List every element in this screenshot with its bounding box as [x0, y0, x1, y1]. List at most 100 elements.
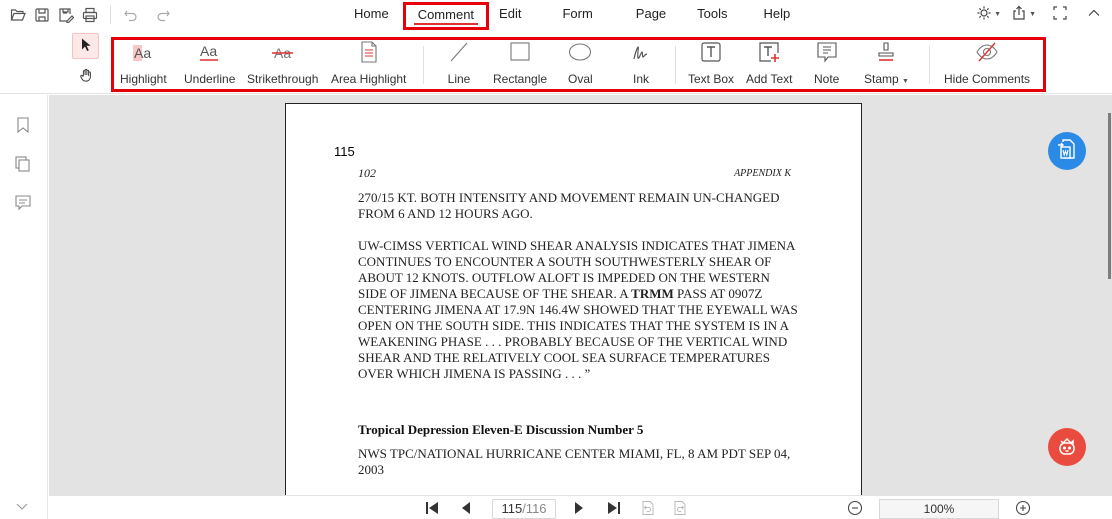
strikethrough-label: Strikethrough: [247, 72, 319, 86]
add-text-label: Add Text: [746, 72, 793, 86]
oval-tool[interactable]: Oval: [568, 40, 593, 89]
convert-to-word-button[interactable]: [1048, 132, 1086, 170]
redo-icon[interactable]: [151, 4, 175, 26]
menu-help[interactable]: Help: [760, 1, 795, 29]
theme-icon: [976, 5, 992, 24]
ink-icon: [629, 41, 653, 66]
next-view-icon: [672, 500, 688, 519]
menu-comment[interactable]: Comment: [402, 2, 490, 30]
pdf-to-word-icon: [1055, 138, 1079, 165]
chevron-down-icon: ▼: [902, 78, 909, 85]
section-heading: Tropical Depression Eleven-E Discussion …: [358, 422, 644, 437]
save-as-icon[interactable]: [54, 4, 78, 26]
next-page-button[interactable]: [571, 501, 587, 517]
left-sidebar: [0, 95, 48, 519]
hand-icon: [79, 67, 93, 86]
window-controls: ▼ ▼: [976, 4, 1102, 24]
share-icon: [1011, 5, 1027, 24]
theme-button[interactable]: ▼: [976, 4, 1001, 24]
line-icon: [447, 41, 471, 66]
print-icon[interactable]: [78, 4, 102, 26]
hide-comments-tool[interactable]: Hide Comments: [944, 40, 1030, 89]
add-text-icon: [757, 41, 781, 66]
strikethrough-tool[interactable]: Aa Strikethrough: [247, 40, 318, 89]
zoom-out-icon: [847, 500, 863, 519]
stamp-tool[interactable]: Stamp ▼: [864, 40, 909, 89]
select-tool-button[interactable]: [72, 33, 99, 59]
first-page-button[interactable]: [424, 501, 440, 517]
menu-page[interactable]: Page: [622, 1, 695, 29]
cursor-icon: [79, 37, 93, 56]
first-page-icon: [424, 500, 440, 519]
toolbar-divider: [110, 6, 111, 24]
oval-label: Oval: [568, 72, 593, 86]
total-pages: /116: [522, 501, 547, 516]
text-box-label: Text Box: [688, 72, 735, 86]
undo-icon[interactable]: [119, 4, 143, 26]
fullscreen-button[interactable]: [1052, 4, 1068, 24]
oval-icon: [568, 41, 592, 66]
collapse-ribbon-button[interactable]: [1086, 4, 1102, 24]
paragraph: 270/15 KT. BOTH INTENSITY AND MOVEMENT R…: [358, 190, 780, 221]
underline-tool[interactable]: Aa Underline: [184, 40, 235, 89]
comment-tools-group: Aa Highlight Aa Underline Aa Strikethrou…: [111, 37, 1046, 92]
page-number-input[interactable]: 115/116: [492, 499, 556, 519]
highlight-icon: Aa: [131, 41, 155, 66]
ink-label: Ink: [632, 72, 649, 86]
pages-icon[interactable]: [13, 154, 33, 174]
scrollbar-thumb[interactable]: [1108, 113, 1111, 279]
rectangle-icon: [508, 41, 532, 66]
page-label: 115: [334, 144, 355, 159]
area-highlight-tool[interactable]: Area Highlight: [331, 40, 406, 89]
page-header-title: APPENDIX K: [734, 168, 791, 179]
group-divider: [423, 46, 424, 84]
note-label: Note: [814, 72, 840, 86]
menu-edit[interactable]: Edit: [489, 1, 548, 29]
menu-tools[interactable]: Tools: [695, 1, 759, 29]
zoom-in-button[interactable]: [1015, 500, 1031, 517]
bold-text: TRMM: [631, 286, 674, 301]
next-view-button[interactable]: [672, 500, 688, 519]
stamp-icon: [874, 41, 898, 66]
save-icon[interactable]: [30, 4, 54, 26]
chevron-down-icon: ▼: [994, 10, 1002, 18]
rectangle-tool[interactable]: Rectangle: [493, 40, 547, 89]
previous-view-button[interactable]: [640, 500, 656, 519]
share-button[interactable]: ▼: [1011, 4, 1036, 24]
note-tool[interactable]: Note: [814, 40, 839, 89]
underline-label: Underline: [184, 72, 236, 86]
rectangle-label: Rectangle: [493, 72, 548, 86]
quick-access-toolbar: [6, 4, 175, 26]
hand-tool-button[interactable]: [72, 63, 99, 89]
add-text-tool[interactable]: Add Text: [746, 40, 792, 89]
underline-icon: Aa: [198, 41, 222, 66]
open-icon[interactable]: [6, 4, 30, 26]
bookmark-icon[interactable]: [13, 115, 33, 135]
ai-assistant-button[interactable]: [1048, 428, 1086, 466]
comment-ribbon: Aa Highlight Aa Underline Aa Strikethrou…: [0, 30, 1112, 94]
previous-view-icon: [640, 500, 656, 519]
fullscreen-icon: [1052, 5, 1068, 24]
mode-buttons: [72, 33, 100, 93]
next-page-icon: [571, 500, 587, 519]
vertical-scrollbar[interactable]: [1106, 95, 1112, 495]
menu-home[interactable]: Home: [340, 1, 403, 29]
highlight-tool[interactable]: Aa Highlight: [120, 40, 167, 89]
menu-form[interactable]: Form: [548, 1, 621, 29]
line-tool[interactable]: Line: [447, 40, 471, 89]
status-bar: 115/116 100%: [49, 495, 1112, 519]
comments-icon[interactable]: [13, 193, 33, 213]
chevron-down-icon[interactable]: [14, 500, 30, 514]
text-box-tool[interactable]: Text Box: [688, 40, 734, 89]
svg-text:Aa: Aa: [134, 45, 151, 61]
ink-tool[interactable]: Ink: [629, 40, 653, 89]
last-page-button[interactable]: [606, 501, 622, 517]
zoom-level-field[interactable]: 100%: [879, 499, 999, 519]
zoom-out-button[interactable]: [847, 500, 863, 519]
stamp-label: Stamp ▼: [864, 72, 909, 86]
current-page: 115: [501, 501, 523, 516]
strikethrough-icon: Aa: [271, 41, 295, 66]
paragraph: UW-CIMSS VERTICAL WIND SHEAR ANALYSIS IN…: [358, 238, 798, 382]
previous-page-button[interactable]: [458, 501, 474, 517]
area-highlight-label: Area Highlight: [331, 72, 407, 86]
